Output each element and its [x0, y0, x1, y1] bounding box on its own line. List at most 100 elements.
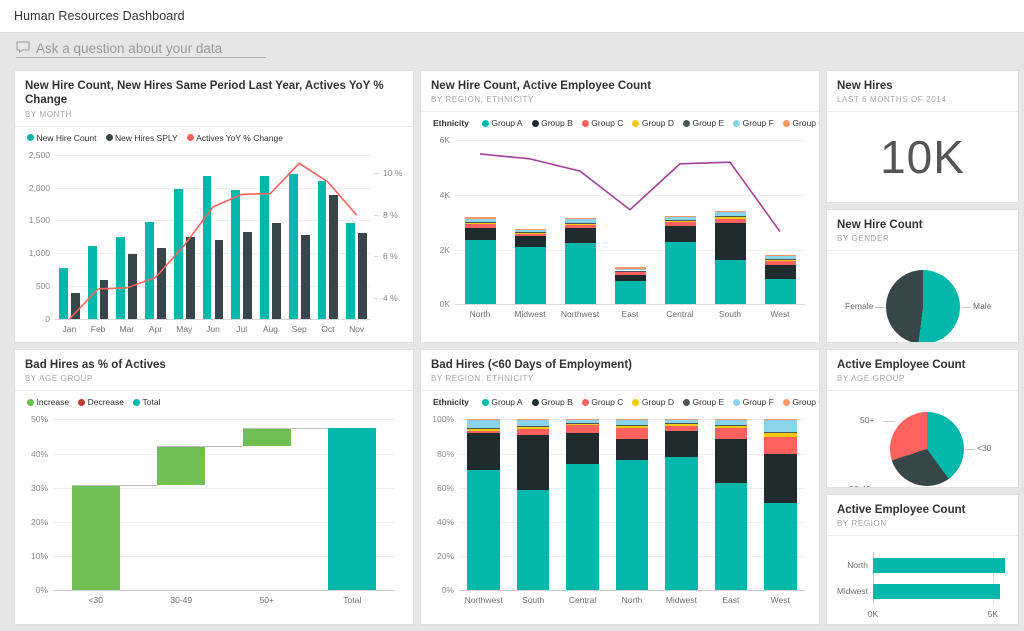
bar-segment-group-a[interactable] — [517, 490, 550, 591]
bar-new-hires-sply[interactable] — [243, 232, 252, 319]
bar-segment-group-e[interactable] — [565, 223, 596, 224]
bar-segment-group-b[interactable] — [764, 454, 797, 503]
bar-segment-group-d[interactable] — [665, 221, 696, 222]
waterfall-bar-30[interactable] — [72, 485, 120, 590]
bar-segment-group-e[interactable] — [715, 425, 748, 426]
tile-body[interactable]: NorthMidwest0K5K — [827, 536, 1018, 624]
pie-chart[interactable] — [890, 412, 964, 486]
bar-segment-group-f[interactable] — [465, 219, 496, 222]
bar-segment-group-c[interactable] — [765, 261, 796, 265]
bar-segment-group-e[interactable] — [765, 259, 796, 260]
bar-segment-group-a[interactable] — [665, 457, 698, 590]
legend-item-new-hire-count[interactable]: New Hire Count — [27, 133, 97, 143]
bar-segment-group-f[interactable] — [765, 256, 796, 259]
legend-item-group-g[interactable]: Group G — [783, 118, 820, 128]
bar-segment-group-f[interactable] — [616, 420, 649, 425]
legend-item-group-g[interactable]: Group G — [783, 397, 820, 407]
bar-new-hire-count[interactable] — [231, 190, 240, 319]
bar-segment-group-b[interactable] — [665, 431, 698, 457]
tile-new-hires-kpi[interactable]: New Hires LAST 6 MONTHS OF 2014 10K — [826, 70, 1019, 203]
bar-segment-group-e[interactable] — [615, 271, 646, 272]
bar-segment-group-b[interactable] — [515, 236, 546, 247]
bar-segment-group-f[interactable] — [764, 420, 797, 432]
bar-new-hire-count[interactable] — [260, 176, 269, 319]
legend-item-group-c[interactable]: Group C — [582, 118, 624, 128]
bar-segment-group-g[interactable] — [764, 419, 797, 420]
bar-segment-group-c[interactable] — [715, 428, 748, 439]
chart-plot-area[interactable]: 0%20%40%60%80%100%NorthwestSouthCentralN… — [429, 415, 811, 608]
bar-segment-group-g[interactable] — [715, 419, 748, 420]
bar-segment-group-a[interactable] — [565, 243, 596, 304]
bar-segment-group-d[interactable] — [467, 428, 500, 430]
bar-new-hire-count[interactable] — [318, 181, 327, 318]
bar-new-hire-count[interactable] — [346, 223, 355, 319]
bar-segment-group-d[interactable] — [566, 424, 599, 425]
bar-segment-group-c[interactable] — [665, 222, 696, 226]
tile-new-hire-active-by-region[interactable]: New Hire Count, Active Employee Count BY… — [420, 70, 820, 343]
bar-segment-group-b[interactable] — [715, 223, 746, 260]
legend-item-total[interactable]: Total — [133, 397, 160, 407]
bar-segment-group-b[interactable] — [565, 228, 596, 244]
bar-segment-group-f[interactable] — [467, 420, 500, 427]
bar-segment-group-d[interactable] — [565, 224, 596, 225]
bar-segment-group-c[interactable] — [615, 272, 646, 275]
bar-segment-group-g[interactable] — [616, 419, 649, 420]
chart-legend[interactable]: New Hire CountNew Hires SPLYActives YoY … — [23, 133, 405, 143]
bar-segment-group-f[interactable] — [517, 420, 550, 425]
hbar-north[interactable] — [873, 558, 1005, 572]
bar-segment-group-d[interactable] — [517, 427, 550, 429]
bar-segment-group-b[interactable] — [467, 433, 500, 470]
legend-item-group-a[interactable]: Group A — [482, 397, 523, 407]
bar-segment-group-b[interactable] — [566, 433, 599, 464]
legend-item-group-d[interactable]: Group D — [632, 397, 674, 407]
bar-segment-group-b[interactable] — [517, 435, 550, 490]
bar-segment-group-d[interactable] — [615, 271, 646, 272]
waterfall-bar-50[interactable] — [243, 428, 291, 446]
bar-segment-group-c[interactable] — [565, 225, 596, 227]
bar-segment-group-g[interactable] — [715, 211, 746, 213]
bar-segment-group-e[interactable] — [764, 432, 797, 433]
bar-segment-group-a[interactable] — [615, 281, 646, 305]
bar-segment-group-e[interactable] — [616, 425, 649, 426]
tile-active-by-region[interactable]: Active Employee Count BY REGION NorthMid… — [826, 494, 1019, 625]
bar-segment-group-e[interactable] — [515, 232, 546, 233]
bar-segment-group-g[interactable] — [517, 419, 550, 420]
bar-new-hires-sply[interactable] — [157, 248, 166, 319]
bar-segment-group-g[interactable] — [515, 229, 546, 230]
bar-segment-group-e[interactable] — [566, 423, 599, 424]
chart-legend[interactable]: IncreaseDecreaseTotal — [23, 397, 405, 407]
bar-segment-group-a[interactable] — [715, 260, 746, 304]
bar-new-hires-sply[interactable] — [186, 237, 195, 319]
legend-item-decrease[interactable]: Decrease — [78, 397, 124, 407]
bar-segment-group-a[interactable] — [465, 240, 496, 305]
bar-segment-group-d[interactable] — [616, 426, 649, 428]
bar-segment-group-a[interactable] — [715, 483, 748, 590]
bar-segment-group-g[interactable] — [565, 218, 596, 219]
bar-segment-group-f[interactable] — [665, 217, 696, 220]
bar-segment-group-a[interactable] — [467, 470, 500, 590]
tile-bad-hires-by-region[interactable]: Bad Hires (<60 Days of Employment) BY RE… — [420, 349, 820, 625]
bar-segment-group-b[interactable] — [715, 439, 748, 483]
bar-segment-group-d[interactable] — [715, 217, 746, 220]
bar-segment-group-f[interactable] — [566, 420, 599, 423]
bar-segment-group-c[interactable] — [566, 425, 599, 434]
legend-item-group-b[interactable]: Group B — [532, 397, 573, 407]
bar-segment-group-a[interactable] — [765, 279, 796, 304]
bar-segment-group-c[interactable] — [715, 219, 746, 223]
bar-segment-group-g[interactable] — [615, 267, 646, 268]
bar-segment-group-f[interactable] — [715, 420, 748, 425]
bar-segment-group-e[interactable] — [467, 428, 500, 429]
bar-segment-group-a[interactable] — [515, 247, 546, 304]
waterfall-bar-total[interactable] — [328, 428, 376, 590]
bar-segment-group-a[interactable] — [764, 503, 797, 590]
bar-new-hires-sply[interactable] — [100, 280, 109, 318]
tile-body[interactable]: <3030-4950+ — [827, 391, 1018, 487]
bar-segment-group-f[interactable] — [615, 269, 646, 271]
bar-segment-group-f[interactable] — [565, 219, 596, 223]
bar-segment-group-f[interactable] — [515, 230, 546, 232]
bar-new-hire-count[interactable] — [145, 222, 154, 319]
bar-new-hire-count[interactable] — [116, 237, 125, 319]
legend-item-group-f[interactable]: Group F — [733, 397, 774, 407]
waterfall-bar-3049[interactable] — [157, 446, 205, 485]
hbar-midwest[interactable] — [873, 584, 1000, 598]
